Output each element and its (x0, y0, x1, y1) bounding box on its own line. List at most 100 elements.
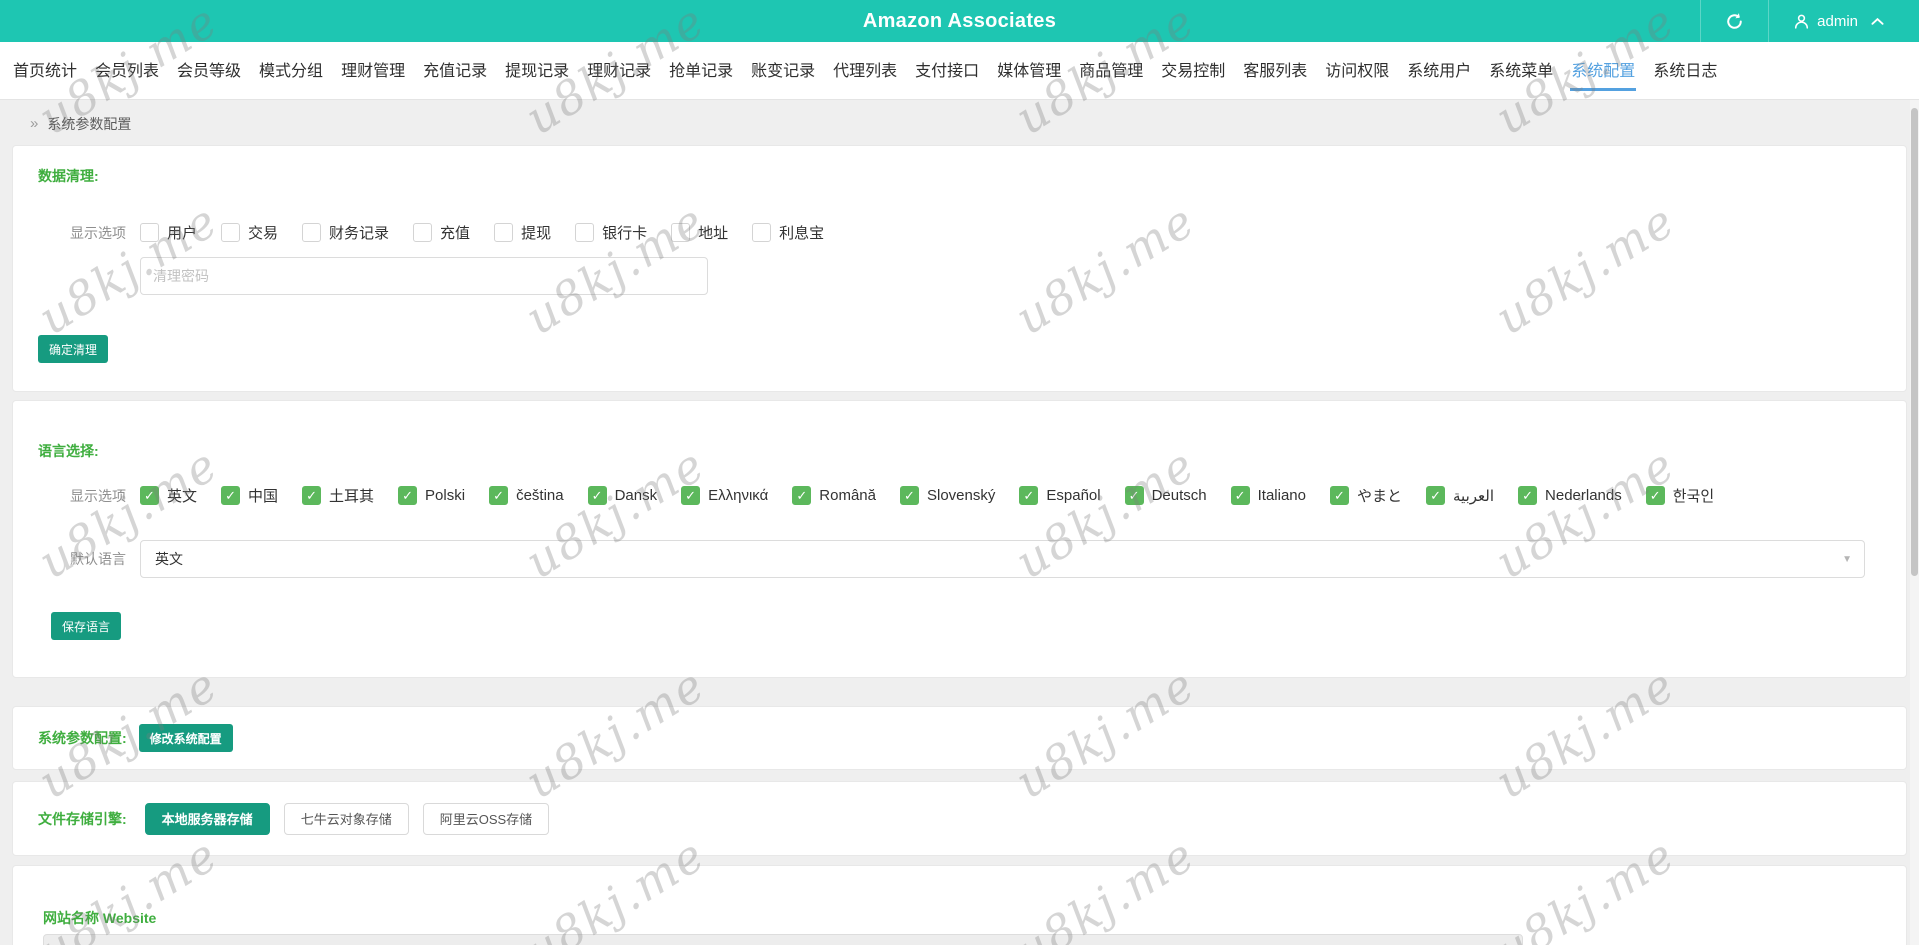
language-option-checkbox[interactable]: čeština (489, 486, 564, 505)
user-icon (1793, 13, 1810, 30)
nav-item[interactable]: 代理列表 (824, 51, 906, 91)
checkbox-label: 中国 (248, 488, 279, 505)
checkbox-checked-icon[interactable] (1518, 486, 1538, 505)
nav-item[interactable]: 模式分组 (250, 51, 332, 91)
checkbox-checked-icon[interactable] (792, 486, 812, 505)
nav-item[interactable]: 系统用户 (1398, 51, 1480, 91)
clean-option-checkbox[interactable]: 利息宝 (752, 222, 824, 243)
nav-item[interactable]: 首页统计 (4, 51, 86, 91)
language-option-checkbox[interactable]: 英文 (140, 485, 197, 506)
nav-item[interactable]: 支付接口 (906, 51, 988, 91)
checkbox-icon[interactable] (302, 223, 322, 242)
clean-option-checkbox[interactable]: 财务记录 (302, 222, 389, 243)
nav-item[interactable]: 提现记录 (496, 51, 578, 91)
checkbox-label: العربية (1453, 487, 1495, 505)
language-option-checkbox[interactable]: Dansk (587, 486, 657, 505)
language-option-checkbox[interactable]: 한국인 (1645, 485, 1714, 506)
storage-engine-button[interactable]: 本地服务器存储 (144, 802, 270, 835)
language-option-checkbox[interactable]: Slovenský (900, 486, 995, 505)
checkbox-checked-icon[interactable] (900, 486, 919, 505)
nav-item[interactable]: 理财记录 (578, 51, 660, 91)
checkbox-label: 用户 (167, 225, 198, 242)
nav-item[interactable]: 媒体管理 (988, 51, 1070, 91)
checkbox-label: 土耳其 (329, 488, 375, 505)
checkbox-checked-icon[interactable] (681, 486, 701, 505)
language-option-checkbox[interactable]: Ελληνικά (681, 486, 768, 505)
language-option-checkbox[interactable]: Română (792, 486, 876, 505)
checkbox-icon[interactable] (221, 223, 241, 242)
checkbox-label: Polski (425, 487, 466, 504)
app-title: Amazon Associates (862, 9, 1057, 32)
checkbox-checked-icon[interactable] (1330, 486, 1349, 505)
checkbox-icon[interactable] (494, 223, 514, 242)
checkbox-checked-icon[interactable] (1426, 486, 1446, 505)
clean-option-checkbox[interactable]: 交易 (221, 222, 278, 243)
checkbox-checked-icon[interactable] (398, 486, 418, 505)
clean-option-checkbox[interactable]: 充值 (413, 222, 470, 243)
nav-item[interactable]: 会员等级 (168, 51, 250, 91)
language-option-checkbox[interactable]: 中国 (221, 485, 278, 506)
nav-item[interactable]: 充值记录 (414, 51, 496, 91)
checkbox-label: Ελληνικά (708, 487, 769, 504)
nav-item[interactable]: 系统菜单 (1480, 51, 1562, 91)
checkbox-label: 地址 (698, 225, 729, 242)
checkbox-checked-icon[interactable] (221, 486, 241, 505)
nav-item[interactable]: 账变记录 (742, 51, 824, 91)
clean-option-checkbox[interactable]: 用户 (140, 222, 197, 243)
refresh-button[interactable] (1700, 0, 1768, 42)
checkbox-checked-icon[interactable] (489, 486, 509, 505)
clean-option-checkbox[interactable]: 提现 (494, 222, 551, 243)
language-option-checkbox[interactable]: Italiano (1230, 486, 1306, 505)
nav-item[interactable]: 商品管理 (1070, 51, 1152, 91)
clean-option-checkbox[interactable]: 地址 (671, 222, 728, 243)
language-option-checkbox[interactable]: 土耳其 (302, 485, 374, 506)
clean-option-checkbox[interactable]: 银行卡 (575, 222, 647, 243)
storage-engine-buttons: 本地服务器存储 七牛云对象存储 阿里云OSS存储 (144, 802, 550, 835)
storage-engine-button[interactable]: 阿里云OSS存储 (422, 802, 550, 835)
checkbox-checked-icon[interactable] (140, 486, 159, 505)
checkbox-checked-icon[interactable] (587, 486, 607, 505)
checkbox-checked-icon[interactable] (1645, 486, 1665, 505)
checkbox-checked-icon[interactable] (302, 486, 322, 505)
checkbox-checked-icon[interactable] (1124, 486, 1144, 505)
nav-item[interactable]: 系统日志 (1644, 51, 1726, 91)
nav-item[interactable]: 客服列表 (1234, 51, 1316, 91)
nav-item[interactable]: 理财管理 (332, 51, 414, 91)
language-option-checkbox[interactable]: やまと (1330, 485, 1402, 506)
language-option-checkbox[interactable]: Español (1019, 486, 1101, 505)
checkbox-icon[interactable] (575, 223, 595, 242)
language-option-checkbox[interactable]: Deutsch (1124, 486, 1207, 505)
save-language-button[interactable]: 保存语言 (51, 612, 122, 640)
checkbox-icon[interactable] (140, 223, 159, 242)
nav-item[interactable]: 系统配置 (1562, 51, 1644, 91)
user-menu[interactable]: admin (1768, 0, 1919, 42)
checkbox-label: Deutsch (1151, 487, 1207, 504)
website-card: 网站名称 Website (12, 865, 1907, 945)
language-options: 英文 中国 土耳其 Polski (140, 485, 1714, 506)
website-name-label: 网站名称 Website (43, 910, 157, 926)
clean-password-input[interactable] (140, 257, 708, 295)
language-option-checkbox[interactable]: Polski (398, 486, 465, 505)
scrollbar[interactable] (1910, 100, 1919, 945)
nav-item[interactable]: 交易控制 (1152, 51, 1234, 91)
website-name-input[interactable] (43, 934, 1523, 945)
nav-item[interactable]: 抢单记录 (660, 51, 742, 91)
confirm-clean-button[interactable]: 确定清理 (38, 335, 109, 363)
default-language-select[interactable]: 英文 ▼ (140, 540, 1865, 578)
checkbox-label: 提现 (521, 225, 552, 242)
language-option-checkbox[interactable]: العربية (1426, 486, 1494, 505)
checkbox-checked-icon[interactable] (1230, 486, 1250, 505)
edit-system-config-button[interactable]: 修改系统配置 (138, 724, 233, 752)
nav-item[interactable]: 访问权限 (1316, 51, 1398, 91)
nav-item[interactable]: 会员列表 (86, 51, 168, 91)
checkbox-icon[interactable] (671, 223, 691, 242)
storage-engine-button[interactable]: 七牛云对象存储 (283, 802, 409, 835)
username: admin (1817, 12, 1858, 30)
breadcrumb-chevron-icon: » (30, 115, 39, 132)
checkbox-icon[interactable] (752, 223, 772, 242)
main-nav: 首页统计 会员列表 会员等级 模式分组 理财管理 充值记录 提现记录 理财记录 … (0, 42, 1919, 100)
scrollbar-thumb[interactable] (1911, 108, 1918, 576)
checkbox-checked-icon[interactable] (1019, 486, 1039, 505)
language-option-checkbox[interactable]: Nederlands (1518, 486, 1622, 505)
checkbox-icon[interactable] (413, 223, 433, 242)
